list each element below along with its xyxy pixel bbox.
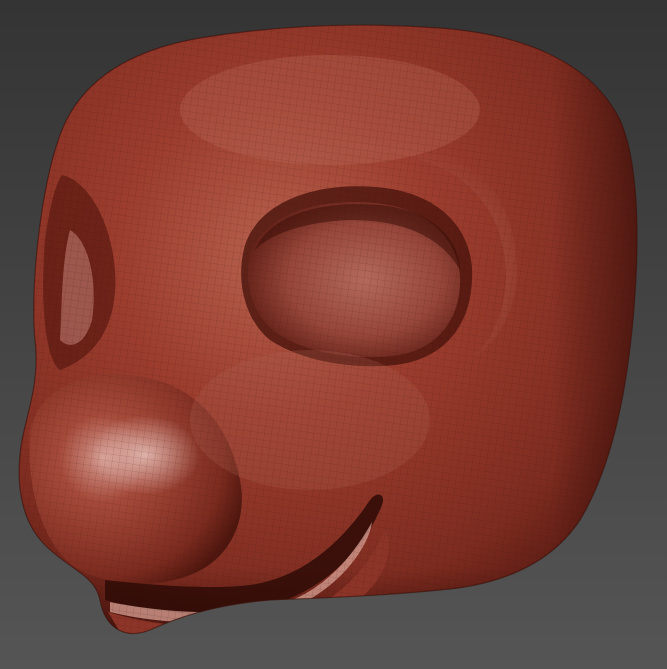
sculpt-canvas[interactable]	[0, 0, 667, 669]
sculpt-viewport[interactable]	[0, 0, 667, 669]
